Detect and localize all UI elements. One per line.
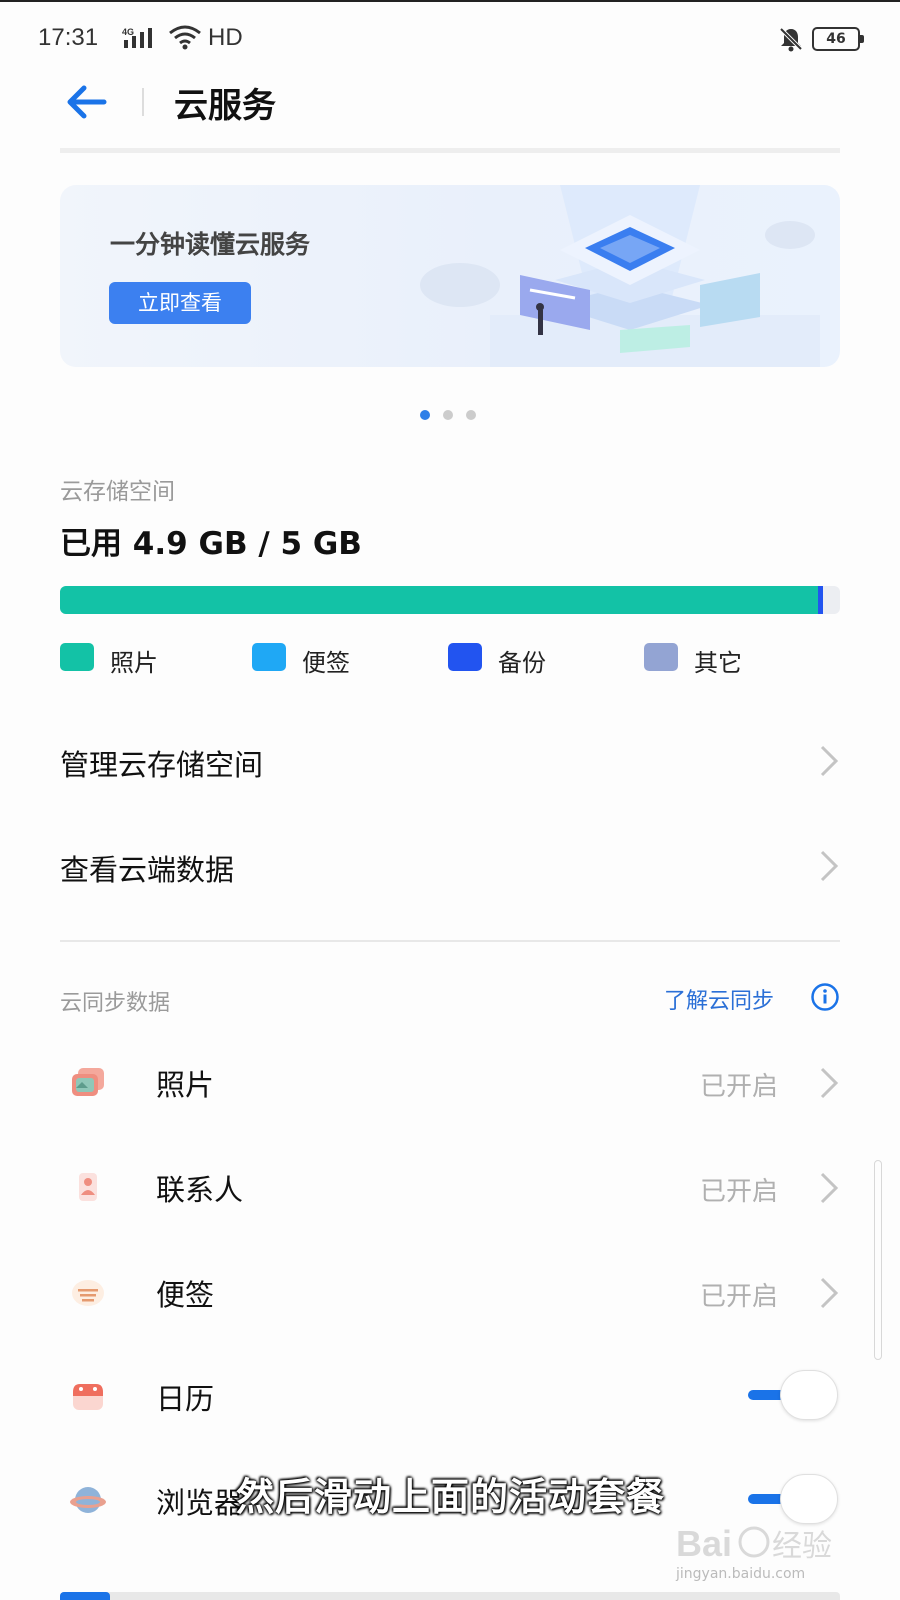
contacts-icon (79, 1173, 97, 1201)
scroll-indicator[interactable] (874, 1160, 882, 1360)
signal-icon: 4G (122, 27, 152, 48)
cloud-server-illustration (420, 185, 820, 367)
manage-storage-label: 管理云存储空间 (60, 748, 264, 782)
svg-text:Bai: Bai (676, 1523, 732, 1564)
sync-item-label: 联系人 (156, 1173, 244, 1207)
page-dot-active (420, 410, 430, 420)
legend-swatch (252, 643, 286, 671)
learn-sync-link[interactable]: 了解云同步 (664, 983, 774, 1015)
chevron-right-icon (820, 1067, 839, 1099)
wifi-icon (169, 25, 201, 50)
storage-used-text: 已用 4.9 GB / 5 GB (60, 526, 362, 562)
chevron-right-icon (820, 850, 839, 882)
legend-label: 便签 (302, 649, 350, 677)
legend-item-notes: 便签 (252, 643, 412, 677)
legend-swatch (448, 643, 482, 671)
storage-section-label: 云存储空间 (60, 479, 175, 505)
svg-text:经验: 经验 (772, 1529, 832, 1564)
page-title: 云服务 (174, 86, 276, 126)
header-separator (60, 148, 840, 153)
sync-item-status: 已开启 (699, 1282, 778, 1312)
status-hd: HD (208, 24, 243, 51)
storage-usage-bar (60, 586, 840, 614)
promo-banner[interactable]: 一分钟读懂云服务 立即查看 (60, 185, 840, 367)
notes-icon (72, 1280, 104, 1306)
video-subtitle: 然后滑动上面的活动套餐 (236, 1475, 666, 1519)
sync-item-label: 日历 (156, 1382, 215, 1416)
network-type: 4G (122, 27, 134, 37)
sync-row-photos[interactable]: 照片 已开启 (60, 1050, 840, 1114)
storage-bar-photos-segment (60, 586, 818, 614)
calendar-sync-toggle[interactable] (744, 1370, 840, 1420)
legend-swatch (644, 643, 678, 671)
legend-label: 备份 (498, 649, 546, 677)
sync-row-notes[interactable]: 便签 已开启 (60, 1260, 840, 1324)
browser-icon (70, 1487, 106, 1513)
status-time: 17:31 (38, 24, 99, 51)
legend-label: 其它 (694, 649, 742, 677)
sync-item-status: 已开启 (699, 1072, 778, 1102)
legend-item-other: 其它 (644, 643, 804, 677)
legend-item-photos: 照片 (60, 643, 220, 677)
page-dot (443, 410, 454, 420)
sync-row-contacts[interactable]: 联系人 已开启 (60, 1155, 840, 1219)
sync-section-label: 云同步数据 (60, 991, 171, 1016)
status-bar: 17:31 4G HD 46 (0, 0, 900, 70)
banner-page-indicator (420, 405, 484, 420)
header-divider (142, 88, 144, 116)
sync-item-label: 便签 (156, 1278, 215, 1312)
bottom-partial-row (60, 1592, 840, 1600)
sync-item-status: 已开启 (699, 1177, 778, 1207)
legend-swatch (60, 643, 94, 671)
back-arrow-icon[interactable] (64, 82, 108, 122)
chevron-right-icon (820, 1172, 839, 1204)
info-icon[interactable] (810, 982, 840, 1012)
view-cloud-data-label: 查看云端数据 (60, 853, 235, 887)
section-divider (60, 940, 840, 942)
manage-storage-row[interactable]: 管理云存储空间 (60, 730, 840, 790)
legend-label: 照片 (110, 649, 158, 677)
chevron-right-icon (820, 1277, 839, 1309)
calendar-icon (73, 1384, 103, 1410)
banner-text: 一分钟读懂云服务 (110, 230, 311, 259)
legend-item-backup: 备份 (448, 643, 608, 677)
watermark-url: jingyan.baidu.com (676, 1566, 806, 1582)
view-cloud-data-row[interactable]: 查看云端数据 (60, 835, 840, 895)
storage-bar-backup-segment (818, 586, 823, 614)
toggle-knob (780, 1370, 838, 1420)
sync-item-label: 浏览器 (156, 1486, 244, 1520)
mute-bell-icon (779, 27, 803, 52)
page-dot (466, 410, 477, 420)
photos-icon (72, 1068, 104, 1096)
chevron-right-icon (820, 745, 839, 777)
sync-row-calendar[interactable]: 日历 (60, 1364, 840, 1428)
battery-indicator: 46 (812, 27, 864, 51)
sync-item-label: 照片 (156, 1068, 215, 1102)
bottom-partial-accent (60, 1592, 110, 1600)
banner-view-button[interactable]: 立即查看 (109, 282, 251, 324)
